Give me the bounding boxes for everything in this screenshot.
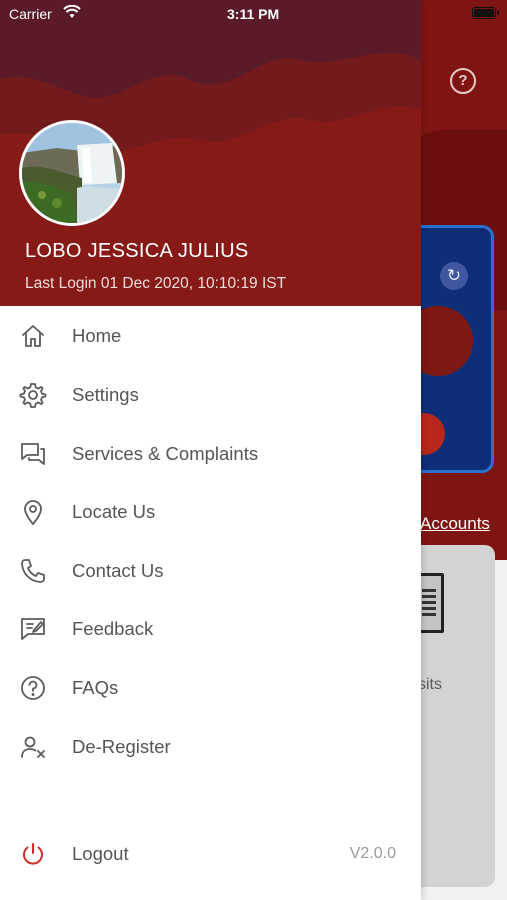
- clock: 3:11 PM: [227, 6, 280, 22]
- waterfall-photo: [22, 123, 122, 223]
- drawer-header: LOBO JESSICA JULIUS Last Login 01 Dec 20…: [0, 0, 421, 306]
- menu-item-services-complaints[interactable]: Services & Complaints: [0, 425, 421, 483]
- feedback-icon: [21, 618, 45, 640]
- menu-item-label: Settings: [72, 384, 139, 405]
- menu-item-faqs[interactable]: FAQs: [0, 659, 421, 717]
- menu-item-home[interactable]: Home: [0, 307, 421, 365]
- status-bar: Carrier 3:11 PM: [0, 0, 507, 28]
- home-icon: [22, 325, 44, 347]
- power-icon: [23, 843, 43, 865]
- menu-item-locate-us[interactable]: Locate Us: [0, 483, 421, 541]
- user-name: LOBO JESSICA JULIUS: [25, 240, 249, 262]
- phone-icon: [21, 559, 45, 583]
- navigation-drawer: LOBO JESSICA JULIUS Last Login 01 Dec 20…: [0, 0, 421, 900]
- menu-item-feedback[interactable]: Feedback: [0, 600, 421, 658]
- chat-icon: [21, 443, 45, 465]
- menu-item-label: Home: [72, 325, 122, 346]
- wifi-icon: [63, 5, 81, 18]
- menu-item-contact-us[interactable]: Contact Us: [0, 542, 421, 600]
- menu-item-label: Feedback: [72, 618, 154, 639]
- menu-item-label: De-Register: [72, 736, 171, 757]
- menu-item-label: Locate Us: [72, 501, 156, 522]
- logout-label: Logout: [72, 843, 129, 864]
- help-icon[interactable]: ?: [450, 68, 476, 94]
- battery-icon: [472, 7, 499, 19]
- gear-icon: [19, 383, 47, 408]
- question-circle-icon: [21, 676, 45, 700]
- app-version: V2.0.0: [349, 845, 396, 862]
- accounts-link[interactable]: Accounts: [420, 514, 490, 534]
- carrier-label: Carrier: [9, 6, 52, 22]
- menu-item-label: Services & Complaints: [72, 443, 259, 464]
- refresh-icon[interactable]: ↻: [440, 262, 468, 290]
- location-pin-icon: [24, 500, 42, 525]
- menu-item-label: Contact Us: [72, 560, 164, 581]
- last-login: Last Login 01 Dec 2020, 10:10:19 IST: [25, 275, 287, 292]
- menu-item-label: FAQs: [72, 677, 119, 698]
- menu-item-settings[interactable]: Settings: [0, 366, 421, 424]
- avatar[interactable]: [19, 120, 125, 226]
- menu-item-de-register[interactable]: De-Register: [0, 718, 421, 776]
- remove-user-icon: [21, 736, 45, 758]
- deposits-tile-label: sits: [418, 676, 442, 693]
